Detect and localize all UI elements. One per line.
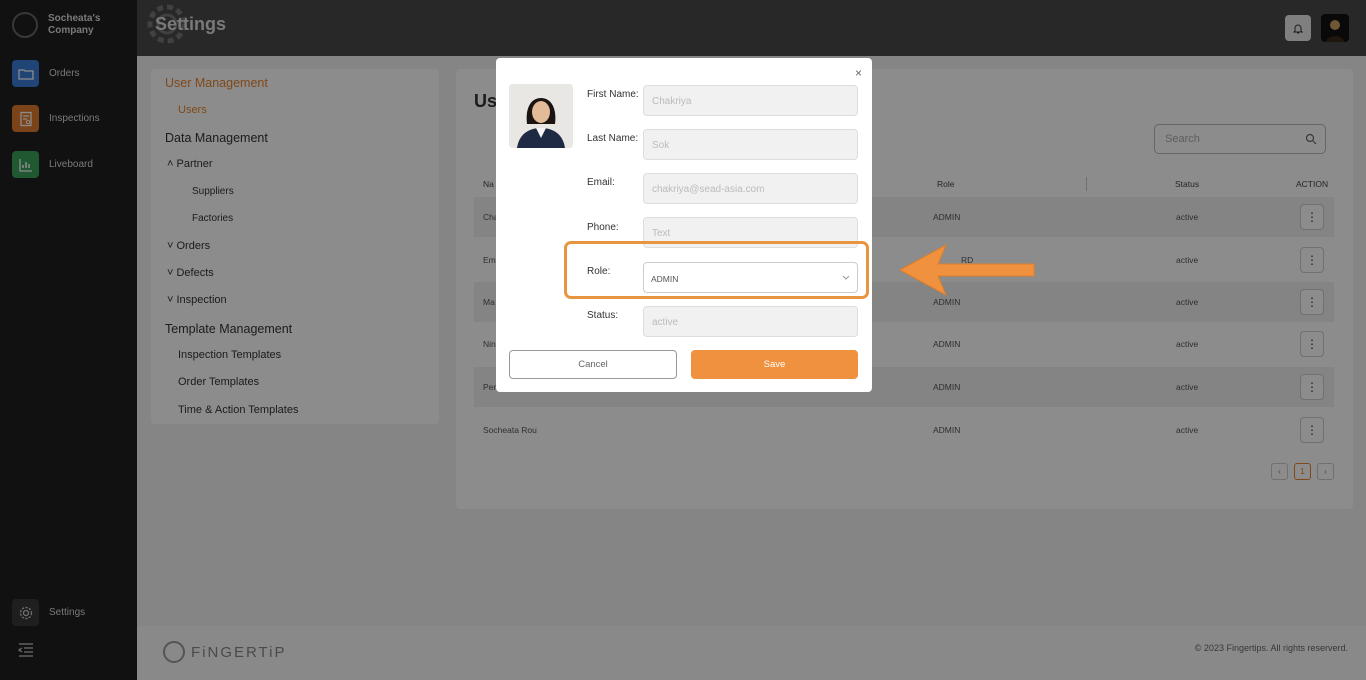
- last-name-field[interactable]: Sok: [643, 129, 858, 160]
- role-highlight-box: [564, 241, 869, 299]
- email-field[interactable]: chakriya@sead-asia.com: [643, 173, 858, 204]
- user-photo: [509, 84, 573, 148]
- cancel-button[interactable]: Cancel: [509, 350, 677, 379]
- edit-user-modal: × First Name: Chakriya Last Name: Sok Em…: [496, 58, 872, 392]
- close-icon[interactable]: ×: [855, 66, 862, 80]
- email-label: Email:: [587, 177, 615, 188]
- phone-label: Phone:: [587, 222, 619, 233]
- save-button[interactable]: Save: [691, 350, 858, 379]
- status-label: Status:: [587, 310, 619, 321]
- arrow-left-icon: [900, 243, 1035, 297]
- last-name-label: Last Name:: [587, 133, 639, 144]
- first-name-field[interactable]: Chakriya: [643, 85, 858, 116]
- status-field[interactable]: active: [643, 306, 858, 337]
- first-name-label: First Name:: [587, 89, 639, 100]
